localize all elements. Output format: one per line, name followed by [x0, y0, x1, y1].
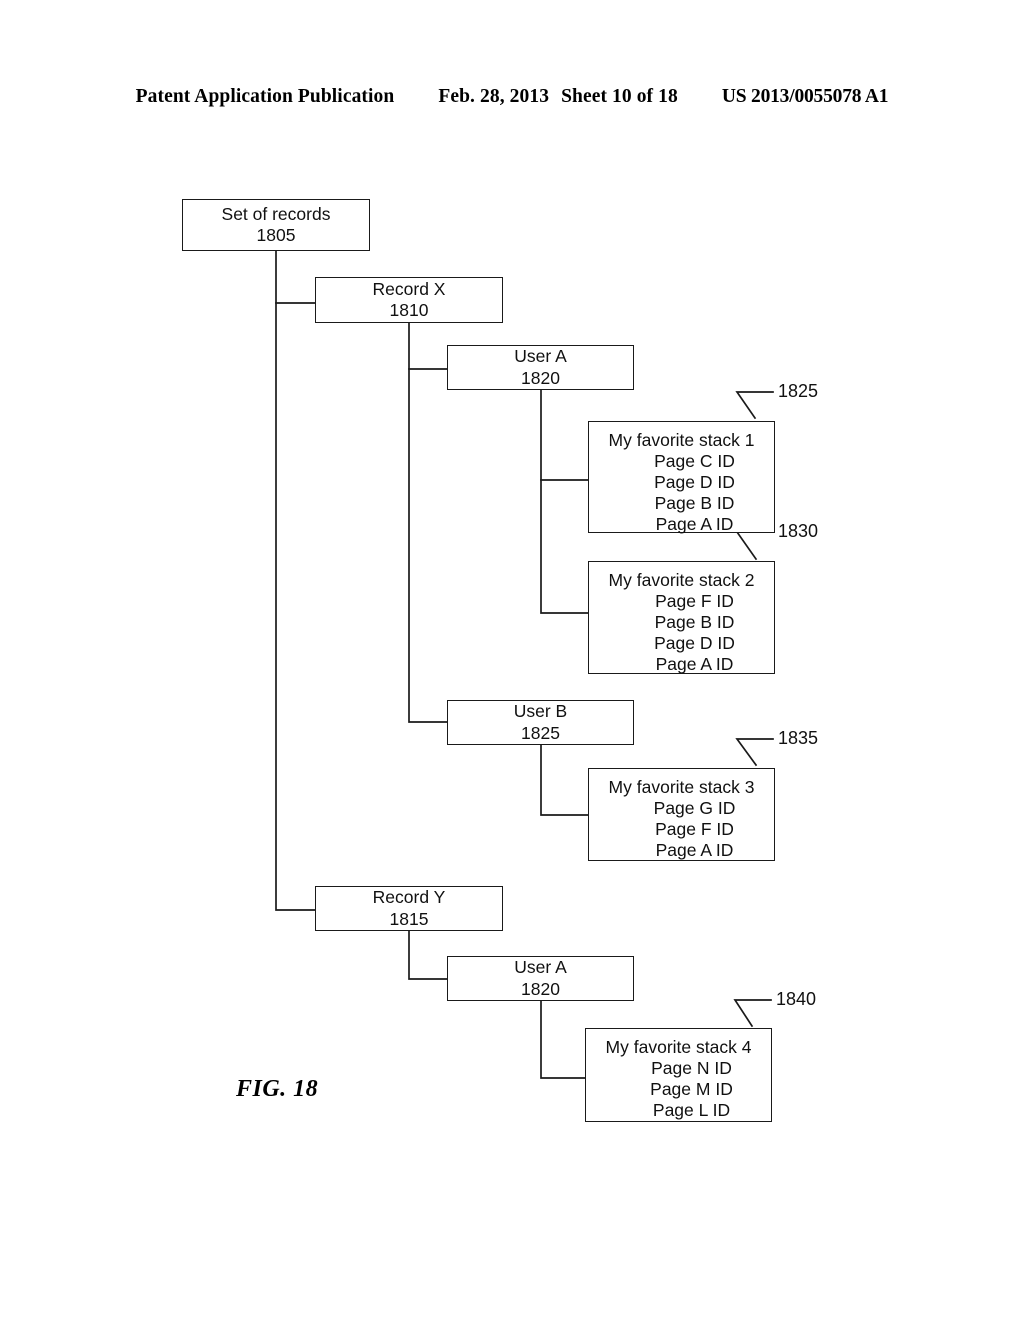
edge-root-trunk	[275, 250, 316, 911]
ref-label-1840-stack4: 1840	[776, 989, 817, 1009]
list-item: Page D ID	[654, 472, 735, 492]
list-item: Page B ID	[654, 612, 735, 632]
leader-line-1840	[733, 999, 772, 1028]
ref-label-1835-stack3: 1835	[778, 728, 819, 748]
node-record-x[interactable]: Record X 1810	[315, 277, 503, 323]
leader-line-1835	[735, 738, 774, 767]
node-favorite-stack-1-title: My favorite stack 1	[608, 430, 755, 450]
node-user-a-record-y[interactable]: User A 1820	[447, 956, 634, 1001]
node-user-a-record-y-ref: 1820	[521, 978, 560, 999]
ref-label-1825-stack1: 1825	[778, 381, 819, 401]
node-favorite-stack-2-title: My favorite stack 2	[608, 570, 755, 590]
leader-line-1825	[735, 391, 774, 420]
list-item: Page G ID	[653, 798, 736, 818]
node-user-a-record-y-title: User A	[514, 957, 567, 977]
node-set-of-records-title: Set of records	[221, 203, 331, 224]
node-user-a-record-x[interactable]: User A 1820	[447, 345, 634, 390]
node-user-b-record-x-title: User B	[513, 701, 568, 721]
node-set-of-records-ref: 1805	[256, 225, 296, 245]
node-record-y[interactable]: Record Y 1815	[315, 886, 503, 931]
edge-user-b-to-stack3	[540, 744, 589, 816]
list-item: Page M ID	[650, 1079, 733, 1099]
node-user-a-record-x-ref: 1820	[521, 367, 560, 388]
node-user-b-record-x-ref: 1825	[521, 722, 560, 743]
node-favorite-stack-2[interactable]: My favorite stack 2 Page F ID Page B ID …	[588, 561, 775, 674]
node-favorite-stack-4-title: My favorite stack 4	[605, 1037, 752, 1057]
node-favorite-stack-3-page-list: Page G ID Page F ID Page A ID	[589, 798, 774, 861]
list-item: Page A ID	[655, 514, 734, 534]
list-item: Page B ID	[654, 493, 735, 513]
connector-lines	[275, 250, 774, 1079]
ref-label-1830-stack2: 1830	[778, 521, 819, 541]
leader-line-1830	[735, 531, 774, 561]
edge-user-a-trunk	[540, 389, 589, 614]
list-item: Page C ID	[654, 451, 735, 471]
node-favorite-stack-2-page-list: Page F ID Page B ID Page D ID Page A ID	[589, 591, 774, 675]
list-item: Page L ID	[652, 1100, 731, 1120]
figure-18-diagram: Set of records 1805 Record X 1810 User A…	[0, 0, 1024, 1320]
node-favorite-stack-4[interactable]: My favorite stack 4 Page N ID Page M ID …	[585, 1028, 772, 1122]
edge-user-a2-to-stack4	[540, 1000, 586, 1079]
node-set-of-records[interactable]: Set of records 1805	[182, 199, 370, 251]
node-favorite-stack-1[interactable]: My favorite stack 1 Page C ID Page D ID …	[588, 421, 775, 535]
figure-caption: FIG. 18	[236, 1076, 319, 1102]
node-record-y-ref: 1815	[389, 908, 429, 929]
node-user-b-record-x[interactable]: User B 1825	[447, 700, 634, 745]
node-record-x-ref: 1810	[389, 300, 429, 320]
list-item: Page A ID	[655, 654, 734, 674]
node-favorite-stack-4-page-list: Page N ID Page M ID Page L ID	[586, 1058, 771, 1121]
list-item: Page D ID	[654, 633, 735, 653]
list-item: Page F ID	[655, 591, 734, 611]
edge-record-x-trunk	[408, 322, 448, 723]
node-favorite-stack-3[interactable]: My favorite stack 3 Page G ID Page F ID …	[588, 768, 775, 861]
node-favorite-stack-1-page-list: Page C ID Page D ID Page B ID Page A ID	[589, 451, 774, 535]
list-item: Page N ID	[651, 1058, 732, 1078]
node-favorite-stack-3-title: My favorite stack 3	[608, 777, 755, 797]
node-record-y-title: Record Y	[372, 887, 446, 907]
list-item: Page F ID	[655, 819, 734, 839]
list-item: Page A ID	[655, 840, 734, 860]
node-user-a-record-x-title: User A	[514, 346, 567, 366]
node-record-x-title: Record X	[372, 278, 446, 299]
edge-record-y-to-user-a	[408, 929, 448, 980]
